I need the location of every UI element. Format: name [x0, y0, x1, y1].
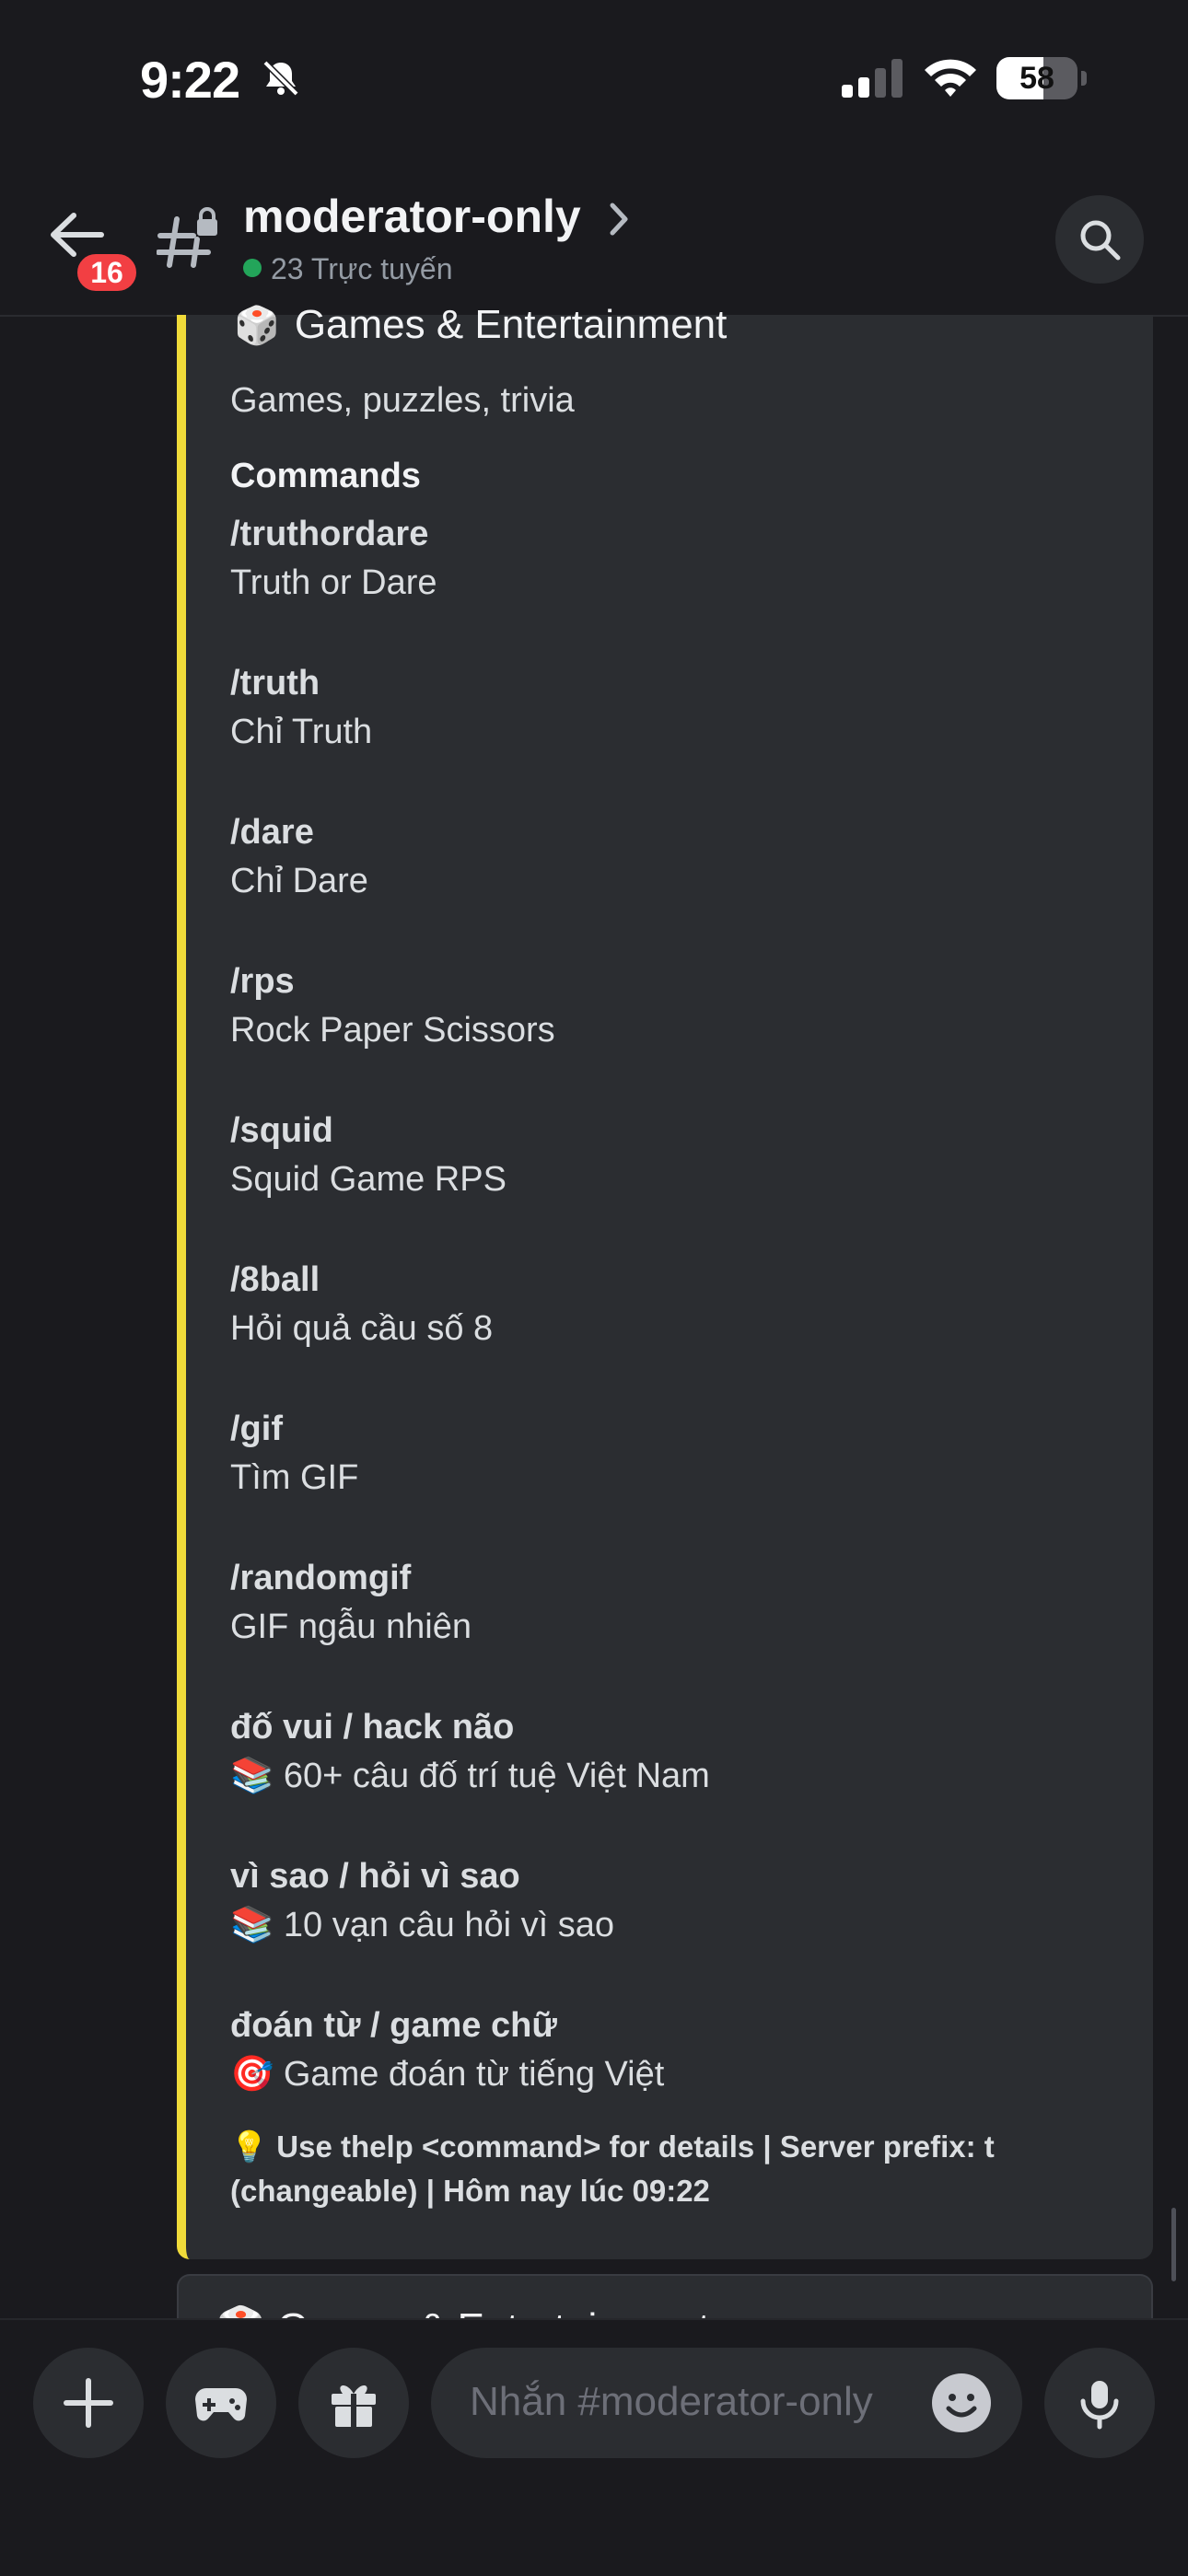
voice-message-button[interactable] — [1044, 2348, 1155, 2458]
message-placeholder: Nhắn #moderator-only — [470, 2379, 873, 2424]
gamepad-icon — [195, 2388, 247, 2421]
chevron-right-icon[interactable] — [608, 201, 630, 242]
unread-badge: 16 — [74, 250, 140, 295]
battery-icon: 58 — [996, 57, 1087, 101]
smiley-icon — [946, 2394, 977, 2418]
command-description: GIF ngẫu nhiên — [230, 1607, 472, 1646]
command-name: /truthordare — [230, 515, 429, 553]
plus-icon — [64, 2378, 113, 2428]
online-dot-icon — [243, 259, 262, 277]
embed-field-name: Commands — [230, 457, 421, 495]
command-item: /randomgif GIF ngẫu nhiên — [230, 1554, 1133, 1703]
scrollbar[interactable] — [1171, 2208, 1176, 2281]
command-description: Chỉ Truth — [230, 713, 373, 751]
command-description: 📚 60+ câu đố trí tuệ Việt Nam — [230, 1757, 710, 1795]
command-description: Chỉ Dare — [230, 862, 368, 900]
activities-button[interactable] — [166, 2348, 276, 2458]
command-name: /gif — [230, 1410, 283, 1448]
battery-level: 58 — [1019, 61, 1054, 96]
help-embed: 🎲 Games & Entertainment Games, puzzles, t… — [177, 302, 1153, 2259]
command-name: vì sao / hỏi vì sao — [230, 1857, 520, 1896]
command-name: /rps — [230, 962, 295, 1001]
gift-button[interactable] — [298, 2348, 409, 2458]
command-name: /randomgif — [230, 1559, 412, 1597]
command-name: đố vui / hack não — [230, 1708, 515, 1746]
command-description: Hỏi quả cầu số 8 — [230, 1309, 494, 1348]
command-name: /8ball — [230, 1260, 320, 1299]
message-composer: Nhắn #moderator-only — [0, 2318, 1188, 2576]
microphone-icon — [1080, 2381, 1119, 2430]
command-list: /truthordare Truth or Dare/truth Chỉ Truth… — [230, 510, 1133, 2151]
command-description: 🎯 Game đoán từ tiếng Việt — [230, 2055, 665, 2094]
emoji-button[interactable] — [932, 2373, 991, 2432]
gift-icon — [332, 2385, 376, 2427]
command-name: /dare — [230, 813, 314, 852]
command-description: 📚 10 vạn câu hỏi vì sao — [230, 1906, 614, 1944]
online-text: 23 Trực tuyến — [271, 252, 453, 285]
embed-title: 🎲 Games & Entertainment — [234, 302, 727, 348]
command-item: /rps Rock Paper Scissors — [230, 957, 1133, 1107]
command-description: Rock Paper Scissors — [230, 1011, 555, 1050]
embed-title-text: Games & Entertainment — [294, 302, 728, 347]
embed-description: Games, puzzles, trivia — [230, 381, 575, 420]
command-item: vì sao / hỏi vì sao 📚 10 vạn câu hỏi vì s… — [230, 1852, 1133, 2002]
command-item: /dare Chỉ Dare — [230, 808, 1133, 957]
status-bar: 9:22 58 — [0, 0, 1188, 166]
command-item: /8ball Hỏi quả cầu số 8 — [230, 1256, 1133, 1405]
online-count: 23 Trực tuyến — [243, 252, 453, 286]
command-item: /truthordare Truth or Dare — [230, 510, 1133, 659]
add-attachment-button[interactable] — [33, 2348, 144, 2458]
command-item: /squid Squid Game RPS — [230, 1107, 1133, 1256]
wifi-icon — [921, 55, 980, 104]
dice-icon: 🎲 — [234, 306, 280, 346]
message-input[interactable]: Nhắn #moderator-only — [431, 2348, 1022, 2458]
command-description: Squid Game RPS — [230, 1160, 507, 1199]
command-item: /truth Chỉ Truth — [230, 659, 1133, 808]
command-item: /gif Tìm GIF — [230, 1405, 1133, 1554]
search-button[interactable] — [1055, 195, 1144, 284]
cellular-signal-icon — [840, 59, 906, 104]
command-name: đoán từ / game chữ — [230, 2006, 557, 2045]
command-description: Tìm GIF — [230, 1458, 359, 1497]
embed-footer: 💡 Use thelp <command> for details | Serv… — [230, 2129, 995, 2208]
command-description: Truth or Dare — [230, 563, 437, 602]
command-name: /truth — [230, 664, 320, 702]
channel-header: 16 moderator-only 23 Trực tuyến — [0, 166, 1188, 317]
search-icon — [1080, 220, 1121, 261]
command-item: đố vui / hack não 📚 60+ câu đố trí tuệ Vi… — [230, 1703, 1133, 1852]
command-name: /squid — [230, 1111, 333, 1150]
status-time: 9:22 — [140, 51, 240, 109]
locked-channel-icon — [156, 206, 221, 275]
bell-muted-icon — [260, 57, 302, 104]
channel-name[interactable]: moderator-only — [243, 190, 581, 243]
